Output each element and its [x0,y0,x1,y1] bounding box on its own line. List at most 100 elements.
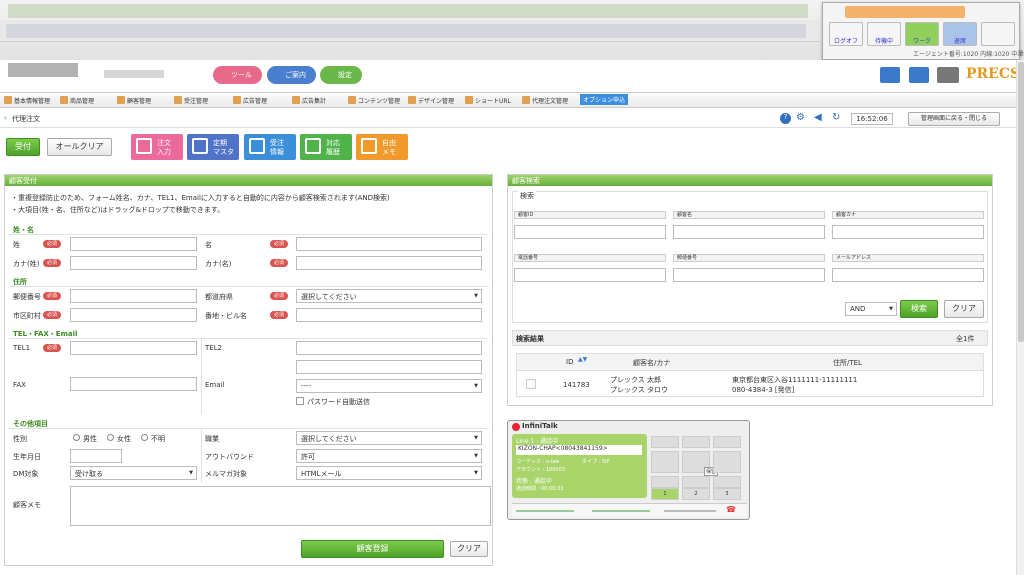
menu-item[interactable]: コンテンツ管理 [348,96,400,105]
user-name [104,70,164,78]
subscription-master-button[interactable]: 定期 マスタ [187,134,239,160]
refresh-icon[interactable]: ↻ [832,112,840,123]
radio-female[interactable] [107,434,114,441]
pad-key[interactable] [651,476,679,488]
work-button[interactable]: ワーク [905,22,939,46]
prefecture-select[interactable]: 選択してください [296,289,482,303]
forward-icon[interactable] [713,451,741,473]
magazine-select[interactable]: HTMLメール [296,466,482,480]
label: 女性 [117,435,131,443]
register-button[interactable]: 顧客登録 [301,540,444,558]
hangup-icon[interactable] [651,451,679,473]
ring-slider[interactable] [664,510,716,512]
search-mail-input[interactable] [832,268,984,282]
sort-icon[interactable]: ▲▼ [578,356,587,363]
col-id[interactable]: ID [566,358,573,366]
menu-item[interactable]: デザイン管理 [408,96,454,105]
row-kana: プレックス タロウ [610,386,669,394]
transfer-icon[interactable] [651,436,679,448]
settings-button[interactable]: 設定 [320,66,362,84]
order-info-button[interactable]: 受注 情報 [244,134,296,160]
pad-key[interactable] [713,476,741,488]
label: 性別 [13,435,27,443]
help-icon[interactable]: ? [780,113,791,124]
search-name-input[interactable] [673,225,825,239]
menu-item[interactable]: ショートURL [465,96,511,105]
leave-button[interactable]: 退席 [943,22,977,46]
birthday-input[interactable] [70,449,122,463]
menu-item[interactable]: 広告集計 [292,96,326,105]
clear-all-button[interactable]: オールクリア [47,138,112,156]
line-key-2[interactable]: 2 [682,488,710,500]
search-button[interactable]: 検索 [900,300,938,318]
kana-sei-input[interactable] [70,256,197,270]
search-tel-input[interactable] [514,268,666,282]
row-id: 141783 [563,381,590,389]
menu-item[interactable]: 商品管理 [60,96,94,105]
zip-input[interactable] [70,289,197,303]
memo-textarea[interactable] [70,486,491,526]
tool-button[interactable]: ツール [213,66,262,84]
sms-icon[interactable] [909,67,929,83]
menu-item[interactable]: 基本情報管理 [4,96,50,105]
pw-auto-checkbox[interactable] [296,397,304,405]
pad-key[interactable] [682,476,710,488]
history-button[interactable]: 対応 履歴 [300,134,352,160]
phone-hangup-icon[interactable]: ☎ [726,505,736,514]
search-id-input[interactable] [514,225,666,239]
free-memo-button[interactable]: 自由 メモ [356,134,408,160]
radio-male[interactable] [73,434,80,441]
fax-input[interactable] [70,377,197,391]
menu-icon [4,96,12,104]
email-input[interactable] [296,360,482,374]
order-input-button[interactable]: 注文 入力 [131,134,183,160]
page-scrollbar[interactable] [1016,60,1024,575]
menu-icon [465,96,473,104]
logout-button[interactable]: ログオフ [829,22,863,46]
sei-input[interactable] [70,237,197,251]
gear-icon[interactable]: ⚙ [796,112,805,123]
agent-status-panel: ログオフ 待機中 ワーク 退席 エージェント番号:1020 内線:1020 中澤… [822,2,1024,60]
search-mode-select[interactable]: AND [845,302,897,316]
mei-input[interactable] [296,237,482,251]
menu-item[interactable]: 広告管理 [233,96,267,105]
monitor-icon[interactable] [880,67,900,83]
keypad-icon[interactable] [713,436,741,448]
row-checkbox[interactable] [526,379,536,389]
tel1-input[interactable] [70,341,197,355]
clear-button[interactable]: クリア [450,541,488,557]
mute-icon[interactable] [682,436,710,448]
kana-mei-input[interactable] [296,256,482,270]
mic-slider[interactable] [592,510,650,512]
row-tel[interactable]: 080-4384-3 [発信] [732,385,794,395]
search-clear-button[interactable]: クリア [944,300,984,318]
search-legend: 検索 [518,191,536,201]
close-admin-button[interactable]: 管理画面に戻る・閉じる [908,112,1000,126]
away-button[interactable]: 待機中 [867,22,901,46]
menu-item[interactable]: 顧客管理 [117,96,151,105]
job-select[interactable]: 選択してください [296,431,482,445]
widget-title: InfiniTalk [522,422,558,430]
label: 顧客名 [673,211,825,219]
search-zip-input[interactable] [673,268,825,282]
callcenter-icon[interactable] [937,67,959,83]
menu-item[interactable]: 受注管理 [174,96,208,105]
accept-button[interactable]: 受付 [6,138,40,156]
radio-unknown[interactable] [141,434,148,441]
phone-button[interactable] [981,22,1015,46]
tel2-input[interactable] [296,341,482,355]
line-key-1[interactable]: 1 [651,488,679,500]
speaker-icon[interactable]: ◀ [814,112,822,123]
dm-select[interactable]: 受け取る [70,466,197,480]
volume-slider[interactable] [516,510,574,512]
search-kana-input[interactable] [832,225,984,239]
outbound-select[interactable]: 許可 [296,449,482,463]
email-domain-select[interactable]: ---- [296,379,482,393]
guide-button[interactable]: ご案内 [267,66,316,84]
city-input[interactable] [70,308,197,322]
street-input[interactable] [296,308,482,322]
menu-item[interactable]: 代理注文管理 [522,96,568,105]
scroll-thumb[interactable] [1018,62,1024,342]
line-key-3[interactable]: 3 [713,488,741,500]
menu-item-active[interactable]: オプション申込 [580,94,629,105]
